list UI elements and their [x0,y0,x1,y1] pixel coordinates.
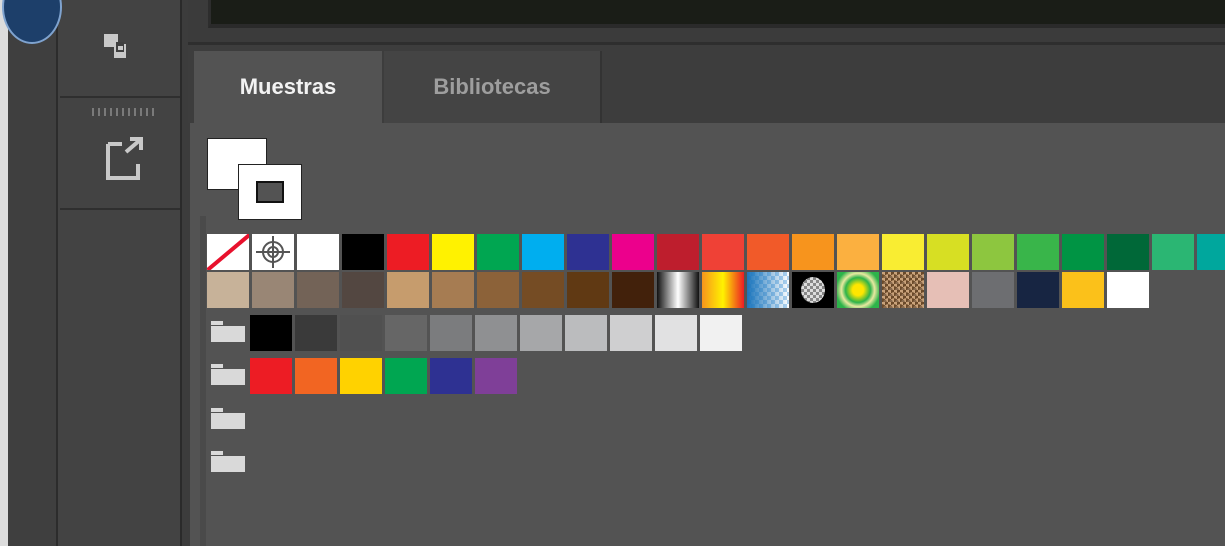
swatch[interactable] [432,272,474,308]
swatch[interactable] [430,358,472,394]
preview-strip [208,0,1225,28]
swatch[interactable] [612,234,654,270]
swatch-none[interactable] [207,234,249,270]
swatch[interactable] [520,315,562,351]
swatch[interactable] [387,272,429,308]
swatch[interactable] [1017,234,1059,270]
top-panel [188,0,1225,42]
swatch-pattern[interactable] [882,272,924,308]
swatch[interactable] [1062,234,1104,270]
arrange-icon [104,34,126,58]
swatch-pattern[interactable] [837,272,879,308]
window-edge [0,0,8,546]
color-group-empty [207,402,247,438]
swatch-gradient[interactable] [702,272,744,308]
swatch[interactable] [522,234,564,270]
swatch[interactable] [295,315,337,351]
swatch[interactable] [972,272,1014,308]
color-group-empty [207,445,247,481]
swatch[interactable] [207,272,249,308]
panel-dock [2,0,182,546]
swatch[interactable] [297,272,339,308]
swatch[interactable] [477,272,519,308]
dock-column-icons [58,0,182,546]
swatch[interactable] [475,358,517,394]
toolbar-divider [60,96,180,98]
swatch[interactable] [250,358,292,394]
swatch[interactable] [792,234,834,270]
swatch[interactable] [340,315,382,351]
swatch[interactable] [295,358,337,394]
arrange-panel-button[interactable] [80,22,180,76]
swatch[interactable] [565,315,607,351]
dock-column-left [8,0,58,546]
swatch[interactable] [477,234,519,270]
swatch-row [207,234,1225,270]
swatch[interactable] [972,234,1014,270]
swatch-row [207,272,1149,308]
swatch[interactable] [297,234,339,270]
swatch[interactable] [700,315,742,351]
stroke-color-indicator[interactable] [238,164,302,220]
swatch[interactable] [385,358,427,394]
swatch[interactable] [342,272,384,308]
swatch[interactable] [1017,272,1059,308]
swatch[interactable] [432,234,474,270]
popout-icon [106,137,143,180]
swatch[interactable] [250,315,292,351]
swatch[interactable] [252,272,294,308]
panel-tabs: Muestras Bibliotecas [188,42,1225,123]
swatch[interactable] [387,234,429,270]
panel-inner-border [200,216,206,546]
folder-icon[interactable] [207,358,247,394]
toolbar-divider [60,208,180,210]
swatch[interactable] [610,315,652,351]
swatch-registration[interactable] [252,234,294,270]
color-group-brights [207,358,517,394]
swatch[interactable] [475,315,517,351]
swatch-gradient[interactable] [657,272,699,308]
swatch[interactable] [882,234,924,270]
swatch-pattern[interactable] [792,272,834,308]
swatch[interactable] [522,272,564,308]
swatch[interactable] [385,315,427,351]
popout-panel-button[interactable] [80,130,180,184]
tab-libraries[interactable]: Bibliotecas [384,51,602,123]
swatch[interactable] [430,315,472,351]
swatch[interactable] [702,234,744,270]
swatch[interactable] [927,234,969,270]
drag-handle[interactable] [92,108,158,116]
folder-icon[interactable] [207,315,247,351]
swatch[interactable] [342,234,384,270]
color-group-grays [207,315,742,351]
swatch[interactable] [567,272,609,308]
swatch[interactable] [1197,234,1225,270]
swatch[interactable] [747,234,789,270]
registration-icon [256,236,290,268]
swatch[interactable] [655,315,697,351]
folder-icon[interactable] [207,402,247,438]
swatch[interactable] [927,272,969,308]
swatch[interactable] [837,234,879,270]
swatch[interactable] [1107,234,1149,270]
swatch[interactable] [340,358,382,394]
swatch[interactable] [1107,272,1149,308]
swatch[interactable] [657,234,699,270]
swatch[interactable] [1062,272,1104,308]
tab-swatches[interactable]: Muestras [194,51,382,123]
swatch[interactable] [612,272,654,308]
folder-icon[interactable] [207,445,247,481]
swatch[interactable] [567,234,609,270]
swatch[interactable] [1152,234,1194,270]
swatch-gradient[interactable] [747,272,789,308]
